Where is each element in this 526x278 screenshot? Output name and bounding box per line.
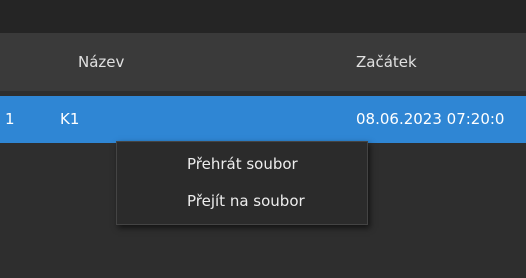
column-header-name[interactable]: Název bbox=[78, 33, 124, 91]
menu-item-play-file[interactable]: Přehrát soubor bbox=[117, 147, 367, 181]
column-header-start[interactable]: Začátek bbox=[356, 33, 417, 91]
row-start: 08.06.2023 07:20:0 bbox=[356, 110, 505, 128]
row-name: K1 bbox=[60, 110, 80, 128]
row-index: 1 bbox=[5, 110, 15, 128]
table-row[interactable]: 1 K1 08.06.2023 07:20:0 bbox=[0, 96, 526, 143]
context-menu: Přehrát soubor Přejít na soubor bbox=[116, 141, 368, 225]
toolbar-strip bbox=[0, 0, 526, 33]
menu-item-go-to-file[interactable]: Přejít na soubor bbox=[117, 184, 367, 218]
table-header: Název Začátek bbox=[0, 33, 526, 91]
